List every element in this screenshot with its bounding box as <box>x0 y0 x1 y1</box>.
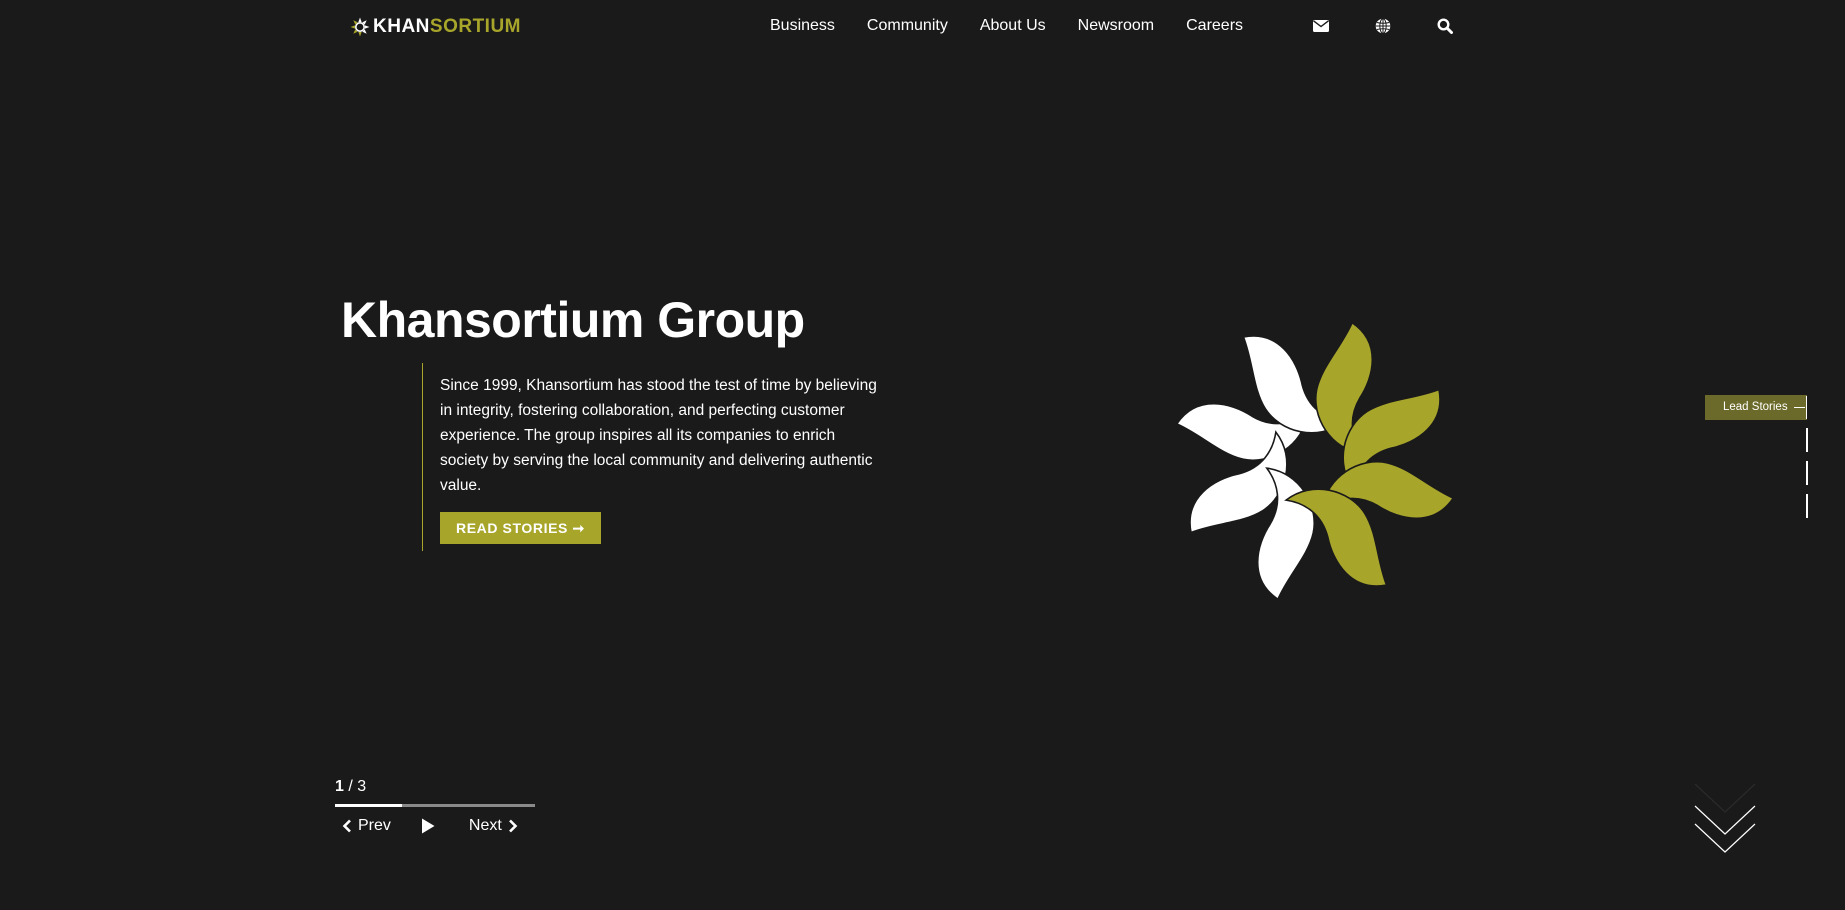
slide-progress-fill <box>335 804 402 807</box>
next-label: Next <box>468 817 502 834</box>
globe-icon[interactable] <box>1373 16 1393 36</box>
nav-community[interactable]: Community <box>867 15 948 37</box>
slide-progress-track <box>335 804 535 807</box>
play-icon <box>421 818 435 834</box>
side-pager-item[interactable] <box>1806 494 1808 518</box>
khansortium-emblem-graphic <box>1175 321 1455 601</box>
side-pager-label: Lead Stories <box>1723 401 1788 413</box>
nav-careers[interactable]: Careers <box>1186 15 1243 37</box>
slide-current: 1 <box>335 778 344 795</box>
brand-logo[interactable]: KHANSORTIUM <box>350 16 521 38</box>
read-stories-button[interactable]: READ STORIES ➞ <box>440 512 601 544</box>
logo-wordmark: KHANSORTIUM <box>373 16 521 38</box>
slide-total: / 3 <box>348 778 367 795</box>
envelope-icon[interactable] <box>1311 16 1331 36</box>
hero-title: Khansortium Group <box>341 292 805 348</box>
nav-about-us[interactable]: About Us <box>980 15 1046 37</box>
main-nav: Business Community About Us Newsroom Car… <box>770 15 1275 37</box>
search-icon[interactable] <box>1435 16 1455 36</box>
prev-button[interactable]: Prev <box>342 815 391 837</box>
side-pager-item[interactable] <box>1806 428 1808 452</box>
site-header: KHANSORTIUM Business Community About Us … <box>0 0 1845 54</box>
side-pager-lead-stories[interactable]: Lead Stories <box>1705 395 1807 420</box>
logo-star-icon <box>350 17 370 37</box>
hero-description: Since 1999, Khansortium has stood the te… <box>440 377 877 494</box>
logo-word-part1: KHAN <box>373 16 430 37</box>
logo-word-part2: SORTIUM <box>429 16 521 37</box>
slide-counter: 1 / 3 <box>335 776 366 798</box>
hero-description-block: Since 1999, Khansortium has stood the te… <box>422 363 882 551</box>
utility-icons <box>1311 16 1497 36</box>
side-pager-item[interactable] <box>1806 461 1808 485</box>
side-pager-bar <box>1806 396 1807 419</box>
nav-newsroom[interactable]: Newsroom <box>1078 15 1154 37</box>
side-pager-dash <box>1794 407 1805 408</box>
scroll-down-icon[interactable] <box>1693 782 1757 862</box>
nav-business[interactable]: Business <box>770 15 835 37</box>
chevron-right-icon <box>508 819 518 833</box>
next-button[interactable]: Next <box>469 815 518 837</box>
prev-label: Prev <box>358 817 391 834</box>
slider-controls: Prev Next <box>342 815 518 837</box>
play-button[interactable] <box>421 818 435 834</box>
chevron-left-icon <box>342 819 351 833</box>
